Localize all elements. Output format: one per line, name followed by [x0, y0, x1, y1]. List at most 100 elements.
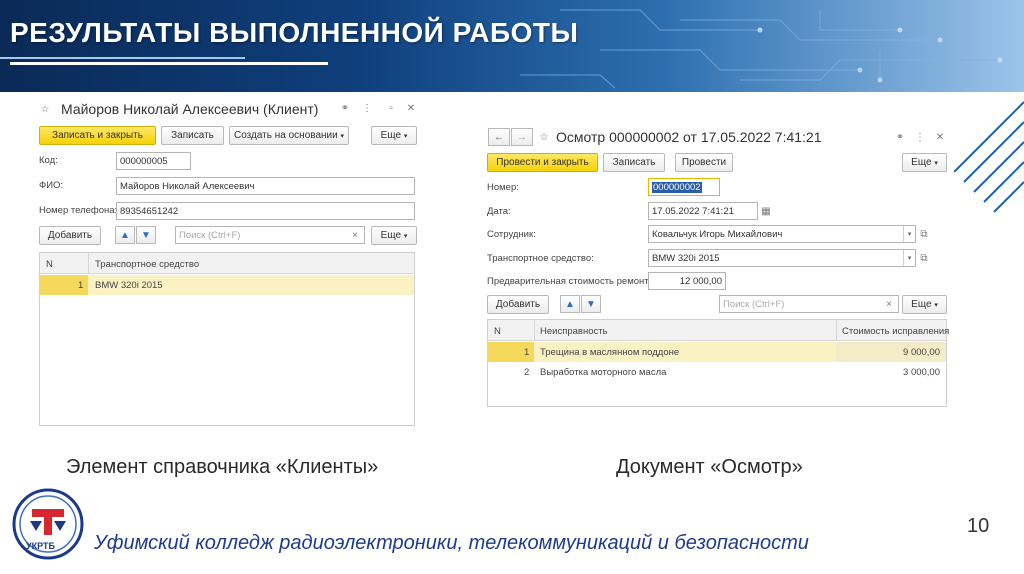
table-more-button[interactable]: Еще ▾ — [371, 226, 417, 245]
right-caption: Документ «Осмотр» — [616, 456, 803, 478]
college-name: Уфимский колледж радиоэлектроники, телек… — [94, 532, 809, 554]
create-based-on-label: Создать на основании — [233, 130, 338, 141]
post-button[interactable]: Провести — [675, 153, 733, 172]
vehicle-open-icon[interactable]: ⧉ — [918, 251, 930, 265]
row-fault: Трещина в маслянном поддоне — [540, 346, 680, 358]
more-label: Еще — [380, 130, 402, 141]
link-icon[interactable]: ⚭ — [339, 102, 351, 114]
slide-title: РЕЗУЛЬТАТЫ ВЫПОЛНЕННОЙ РАБОТЫ — [10, 17, 579, 48]
row-number: 2 — [524, 366, 530, 378]
save-button[interactable]: Записать — [603, 153, 665, 172]
fio-label: ФИО: — [39, 180, 64, 191]
clear-search-icon[interactable]: × — [883, 298, 895, 310]
number-value: 000000002 — [652, 181, 702, 193]
vehicle-field[interactable]: BMW 320i 2015 — [648, 249, 916, 267]
slide: РЕЗУЛЬТАТЫ ВЫПОЛНЕННОЙ РАБОТЫ ☆ Майоров … — [0, 0, 1024, 574]
more-menu-icon[interactable]: ⋮ — [361, 102, 373, 114]
row-cost: 9 000,00 — [903, 346, 940, 358]
column-header-cost[interactable]: Стоимость исправления — [842, 321, 949, 341]
move-down-button[interactable]: ▼ — [581, 295, 601, 313]
number-field[interactable]: 000000002 — [648, 178, 720, 196]
add-button[interactable]: Добавить — [39, 226, 101, 245]
save-and-close-button[interactable]: Записать и закрыть — [39, 126, 156, 145]
close-icon[interactable]: ✕ — [934, 131, 946, 143]
window-title: Осмотр 000000002 от 17.05.2022 7:41:21 — [556, 129, 822, 145]
table-more-label: Еще — [380, 230, 402, 241]
more-button[interactable]: Еще ▾ — [902, 153, 947, 172]
column-header-vehicle[interactable]: Транспортное средство — [95, 254, 199, 274]
row-fault: Выработка моторного масла — [540, 366, 667, 378]
code-field[interactable]: 000000005 — [116, 152, 191, 170]
employee-field[interactable]: Ковальчук Игорь Михайлович — [648, 225, 916, 243]
estimated-cost-value: 12 000,00 — [679, 275, 722, 287]
left-caption: Элемент справочника «Клиенты» — [66, 456, 379, 478]
client-form-window: ☆ Майоров Николай Алексеевич (Клиент) ⚭ … — [35, 96, 425, 436]
clear-search-icon[interactable]: × — [349, 229, 361, 241]
arrow-up-icon: ▲ — [565, 298, 575, 310]
column-header-fault[interactable]: Неисправность — [540, 321, 608, 341]
close-icon[interactable]: ✕ — [405, 102, 417, 114]
column-header-n[interactable]: N — [494, 321, 501, 341]
more-label: Еще — [911, 157, 932, 168]
row-cost: 3 000,00 — [903, 366, 940, 378]
fio-field[interactable]: Майоров Николай Алексеевич — [116, 177, 415, 195]
inspection-document-window: ← → ☆ Осмотр 000000002 от 17.05.2022 7:4… — [482, 122, 952, 407]
add-button[interactable]: Добавить — [487, 295, 549, 314]
logo-text: УКРТБ — [26, 541, 55, 551]
arrow-right-icon: → — [517, 131, 527, 143]
number-label: Номер: — [487, 182, 519, 193]
search-input[interactable]: Поиск (Ctrl+F) — [719, 295, 899, 313]
arrow-down-icon: ▼ — [141, 229, 151, 241]
table-row[interactable]: 1 Трещина в маслянном поддоне 9 000,00 — [488, 342, 946, 362]
arrow-left-icon: ← — [494, 131, 504, 143]
more-menu-icon[interactable]: ⋮ — [914, 131, 926, 143]
move-down-button[interactable]: ▼ — [136, 226, 156, 244]
vehicles-table: N Транспортное средство 1 BMW 320i 2015 — [39, 252, 415, 426]
link-icon[interactable]: ⚭ — [894, 131, 906, 143]
row-number: 1 — [78, 279, 84, 291]
vehicle-dropdown-icon[interactable]: ▾ — [903, 250, 915, 266]
move-up-button[interactable]: ▲ — [560, 295, 580, 313]
column-header-n[interactable]: N — [46, 254, 53, 274]
column-divider — [88, 253, 89, 274]
post-and-close-button[interactable]: Провести и закрыть — [487, 153, 598, 172]
arrow-up-icon: ▲ — [120, 229, 130, 241]
employee-open-icon[interactable]: ⧉ — [918, 227, 930, 241]
search-input[interactable]: Поиск (Ctrl+F) — [175, 226, 365, 244]
more-button[interactable]: Еще ▾ — [371, 126, 417, 145]
column-divider — [534, 320, 535, 341]
table-more-label: Еще — [911, 299, 932, 310]
move-up-button[interactable]: ▲ — [115, 226, 135, 244]
phone-label: Номер телефона: — [39, 205, 118, 216]
table-row[interactable]: 1 BMW 320i 2015 — [40, 275, 414, 295]
page-number: 10 — [967, 515, 990, 537]
code-label: Код: — [39, 155, 58, 166]
back-button[interactable]: ← — [488, 128, 510, 146]
row-number: 1 — [524, 346, 530, 358]
calendar-icon[interactable]: ▦ — [760, 204, 772, 218]
title-accent-line — [0, 57, 245, 59]
table-more-button[interactable]: Еще ▾ — [902, 295, 947, 314]
favorite-star-icon[interactable]: ☆ — [538, 131, 550, 143]
forward-button[interactable]: → — [511, 128, 533, 146]
create-based-on-button[interactable]: Создать на основании ▾ — [229, 126, 349, 145]
employee-dropdown-icon[interactable]: ▾ — [903, 226, 915, 242]
date-field[interactable]: 17.05.2022 7:41:21 — [648, 202, 758, 220]
row-vehicle: BMW 320i 2015 — [95, 279, 163, 291]
estimated-cost-field[interactable]: 12 000,00 — [648, 272, 726, 290]
favorite-star-icon[interactable]: ☆ — [39, 103, 51, 115]
corner-decoration — [954, 101, 1024, 213]
table-row[interactable]: 2 Выработка моторного масла 3 000,00 — [488, 362, 946, 382]
column-divider — [836, 320, 837, 341]
employee-label: Сотрудник: — [487, 229, 536, 240]
vehicle-label: Транспортное средство: — [487, 253, 594, 264]
title-underline — [10, 62, 328, 65]
phone-field[interactable]: 89354651242 — [116, 202, 415, 220]
faults-table: N Неисправность Стоимость исправления 1 … — [487, 319, 949, 407]
estimated-cost-label: Предварительная стоимость ремонта: — [487, 276, 657, 287]
date-label: Дата: — [487, 206, 511, 217]
maximize-icon[interactable]: ▫ — [385, 102, 397, 114]
window-title: Майоров Николай Алексеевич (Клиент) — [61, 101, 319, 117]
save-button[interactable]: Записать — [161, 126, 224, 145]
arrow-down-icon: ▼ — [586, 298, 596, 310]
